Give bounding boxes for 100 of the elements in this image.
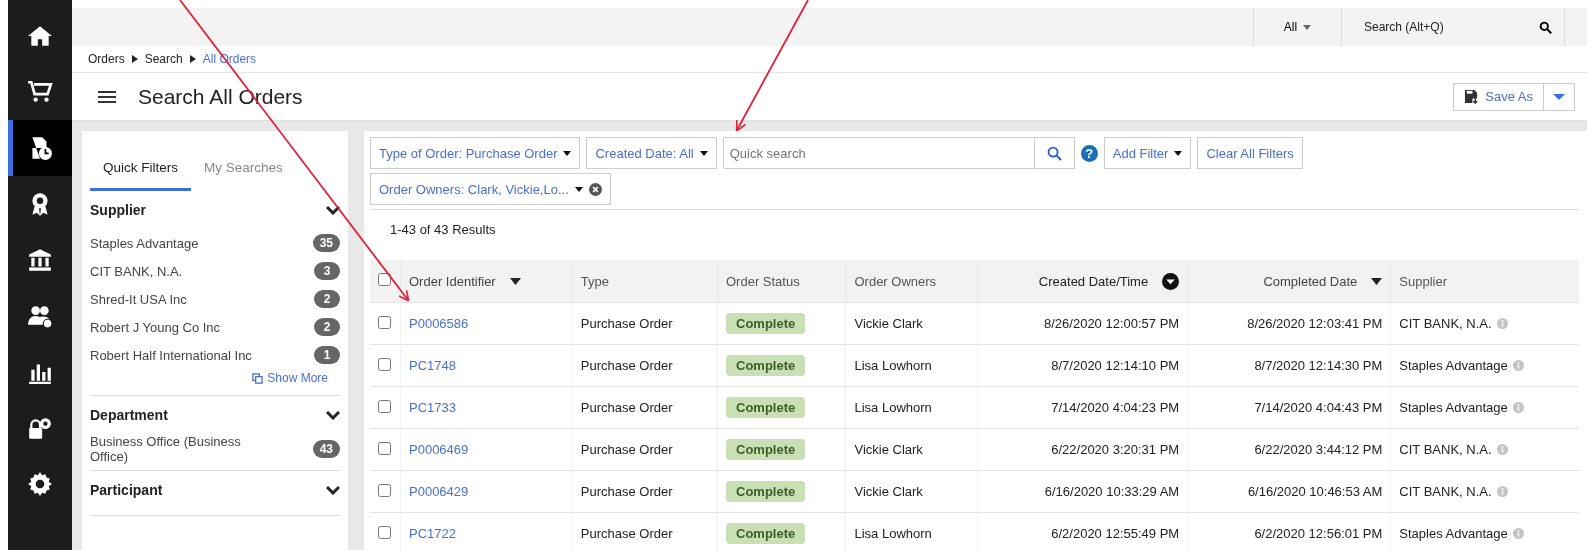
filter-group-title: Participant <box>90 482 163 498</box>
filter-dropdown[interactable]: Order Owners: Clark, Vickie,Lo... <box>370 173 611 205</box>
table-cell: Vickie Clark <box>854 316 923 331</box>
table-cell: 6/16/2020 10:46:53 AM <box>1247 484 1383 499</box>
search-icon <box>1046 145 1062 161</box>
order-link[interactable]: PC1722 <box>409 526 456 541</box>
status-badge: Complete <box>726 439 806 460</box>
sort-caret-icon[interactable] <box>509 277 521 285</box>
table-cell: 6/2/2020 12:55:49 PM <box>1051 526 1180 541</box>
filter-option[interactable]: Robert J Young Co Inc <box>90 319 221 335</box>
status-badge: Complete <box>726 355 806 376</box>
table-cell: Vickie Clark <box>854 442 923 457</box>
filter-option[interactable]: Business Office (Business Office) <box>90 434 260 464</box>
table-cell: Purchase Order <box>580 400 673 415</box>
table-cell: 7/14/2020 4:04:23 PM <box>1051 400 1180 415</box>
table-cell: Staples Advantage <box>1399 358 1508 373</box>
save-icon <box>1464 89 1480 104</box>
filter-group-title: Department <box>90 407 168 423</box>
filter-group-title: Supplier <box>90 202 146 218</box>
status-badge: Complete <box>726 523 806 544</box>
add-filter-button[interactable]: Add Filter <box>1103 137 1192 169</box>
count-badge: 2 <box>314 318 340 336</box>
filter-option[interactable]: Staples Advantage <box>90 235 199 251</box>
count-badge: 35 <box>312 234 340 252</box>
save-options-button[interactable] <box>1544 82 1575 111</box>
table-cell: 8/26/2020 12:03:41 PM <box>1247 316 1383 331</box>
show-more-link[interactable]: Show More <box>90 369 340 389</box>
status-badge: Complete <box>726 397 806 418</box>
order-link[interactable]: P0006429 <box>409 484 469 499</box>
column-header[interactable]: Completed Date <box>1263 273 1358 289</box>
help-icon[interactable]: ? <box>1080 144 1098 162</box>
order-link[interactable]: PC1748 <box>409 358 456 373</box>
count-badge: 43 <box>312 440 340 458</box>
table-cell: 7/14/2020 4:04:43 PM <box>1254 400 1383 415</box>
table-cell: 6/16/2020 10:33:29 AM <box>1044 484 1180 499</box>
cart-icon <box>27 79 53 105</box>
table-cell: 8/7/2020 12:14:30 PM <box>1254 358 1383 373</box>
chevron-down-icon[interactable] <box>326 205 340 215</box>
chevron-down-icon[interactable] <box>326 410 340 420</box>
table-cell: Purchase Order <box>580 484 673 499</box>
table-cell: Lisa Lowhorn <box>854 526 932 541</box>
order-link[interactable]: PC1733 <box>409 400 456 415</box>
chevron-down-icon[interactable] <box>326 485 340 495</box>
table-cell: 6/22/2020 3:44:12 PM <box>1254 442 1383 457</box>
panel-tab[interactable]: Quick Filters <box>90 160 191 191</box>
scope-dropdown[interactable]: All <box>1253 8 1341 46</box>
menu-icon[interactable] <box>98 90 116 103</box>
filter-dropdown[interactable]: Created Date: All <box>586 137 717 169</box>
sort-caret-icon[interactable] <box>1371 277 1383 285</box>
row-checkbox[interactable] <box>378 357 391 371</box>
table-cell: Purchase Order <box>580 526 673 541</box>
table-cell: 8/26/2020 12:00:57 PM <box>1044 316 1180 331</box>
table-cell: Staples Advantage <box>1399 526 1508 541</box>
breadcrumb-link[interactable]: Search <box>144 52 183 66</box>
clear-filters-button[interactable]: Clear All Filters <box>1197 137 1303 169</box>
order-link[interactable]: P0006469 <box>409 442 469 457</box>
lock-gear-icon <box>27 415 53 441</box>
global-search-field[interactable]: Search (Alt+Q) <box>1362 19 1539 35</box>
filter-dropdown[interactable]: Type of Order: Purchase Order <box>370 137 581 169</box>
filter-option[interactable]: Robert Half International Inc <box>90 347 252 363</box>
table-cell: Purchase Order <box>580 358 673 373</box>
column-header[interactable]: Supplier <box>1399 273 1448 289</box>
count-badge: 2 <box>314 290 340 308</box>
row-checkbox[interactable] <box>378 525 391 539</box>
remove-icon[interactable] <box>588 182 602 196</box>
row-checkbox[interactable] <box>378 441 391 455</box>
column-header[interactable]: Order Identifier <box>409 273 496 289</box>
row-checkbox[interactable] <box>378 315 391 329</box>
table-cell: Staples Advantage <box>1399 400 1508 415</box>
filter-option[interactable]: CIT BANK, N.A. <box>90 263 183 279</box>
breadcrumb-link[interactable]: Orders <box>88 52 125 66</box>
panel-tab[interactable]: My Searches <box>191 160 296 191</box>
breadcrumb-arrow-icon <box>131 55 138 63</box>
table-cell: CIT BANK, N.A. <box>1399 442 1492 457</box>
row-checkbox[interactable] <box>378 399 391 413</box>
row-checkbox[interactable] <box>378 483 391 497</box>
copy-icon <box>252 372 264 384</box>
table-cell: Purchase Order <box>580 316 673 331</box>
table-cell: Vickie Clark <box>854 484 923 499</box>
save-as-button[interactable]: Save As <box>1453 82 1544 111</box>
breadcrumb-arrow-icon <box>189 55 196 63</box>
nav-item[interactable] <box>8 120 72 176</box>
count-badge: 1 <box>314 346 340 364</box>
table-cell: CIT BANK, N.A. <box>1399 484 1492 499</box>
column-header[interactable]: Type <box>580 273 609 289</box>
order-link[interactable]: P0006586 <box>409 316 469 331</box>
status-badge: Complete <box>726 481 806 502</box>
table-cell: Lisa Lowhorn <box>854 358 932 373</box>
status-badge: Complete <box>726 313 806 334</box>
sort-icon[interactable] <box>1162 272 1180 290</box>
quick-search-field[interactable]: Quick search <box>722 137 1035 169</box>
search-icon[interactable] <box>1539 20 1552 34</box>
table-cell: Purchase Order <box>580 442 673 457</box>
search-button[interactable] <box>1034 137 1075 169</box>
column-header[interactable]: Created Date/Time <box>1038 273 1149 289</box>
filter-option[interactable]: Shred-It USA Inc <box>90 291 187 307</box>
select-all-checkbox[interactable] <box>378 273 391 286</box>
table-cell: CIT BANK, N.A. <box>1399 316 1492 331</box>
settings-icon <box>27 471 53 497</box>
bank-icon <box>27 247 53 273</box>
